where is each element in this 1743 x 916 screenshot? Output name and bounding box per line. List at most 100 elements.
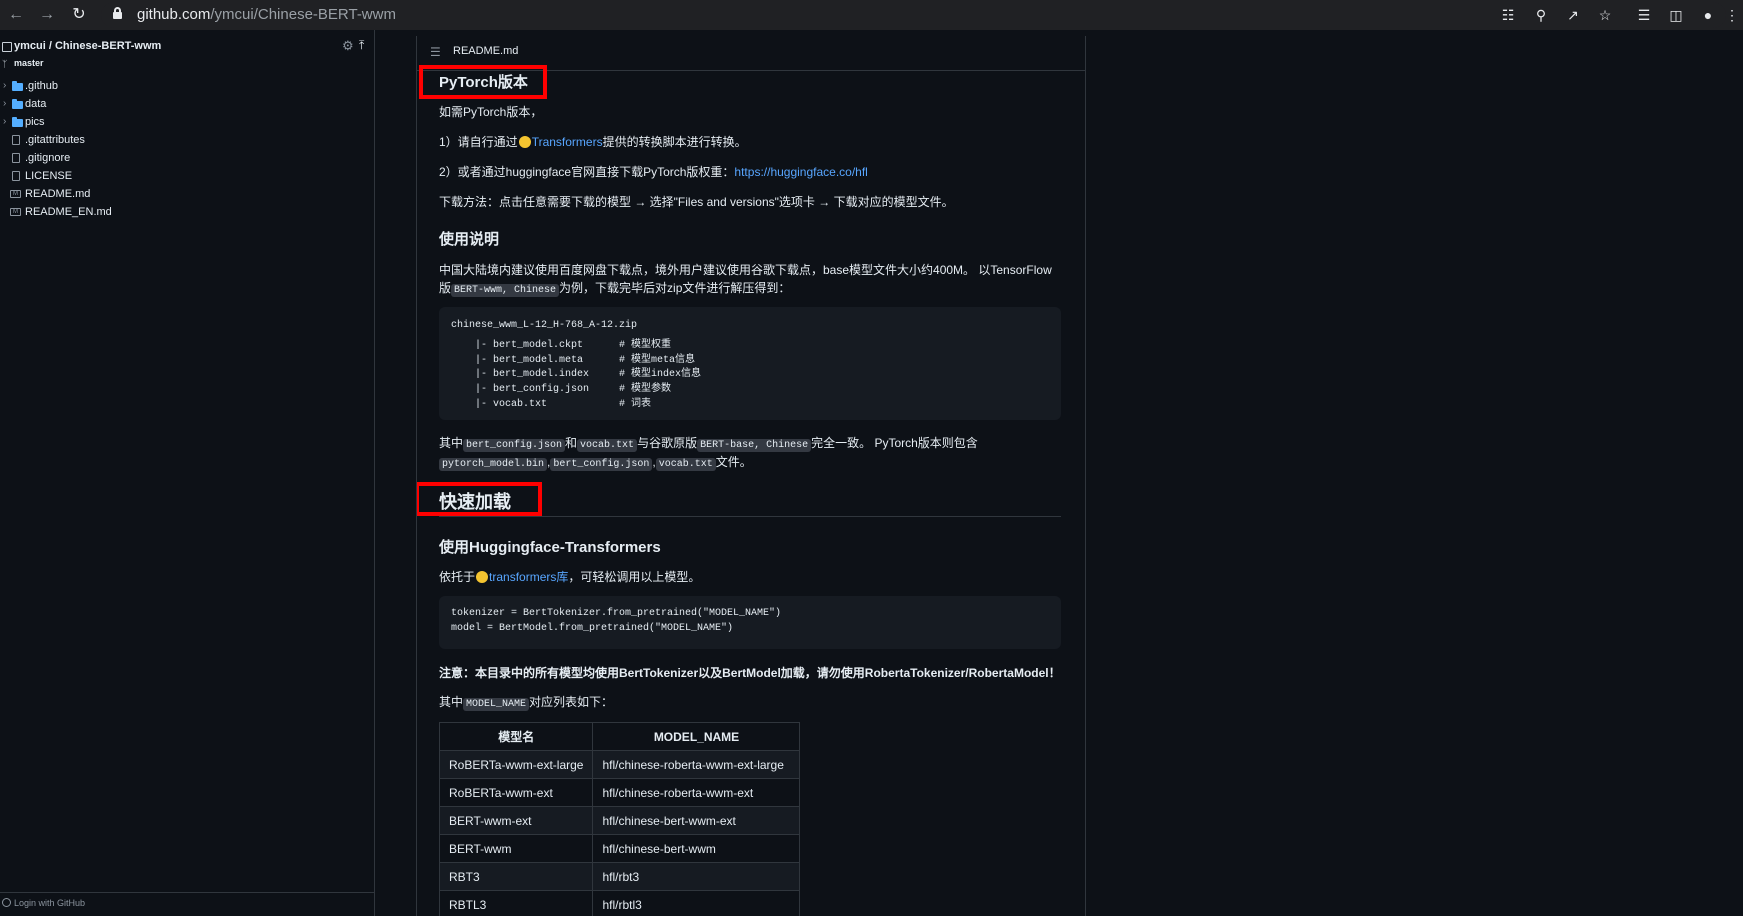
inline-code: MODEL_NAME	[463, 698, 530, 711]
folder-icon	[12, 99, 23, 109]
browser-toolbar: ← → ↻ github.com/ymcui/Chinese-BERT-wwm …	[0, 0, 1743, 30]
paragraph: pytorch_model.bin, bert_config.json, vocab…	[439, 453, 752, 471]
code-line: |- bert_config.json # 模型参数	[451, 384, 672, 395]
paragraph: 其中 MODEL_NAME 对应列表如下：	[439, 693, 614, 711]
tree-item-github[interactable]: › .github	[0, 78, 375, 96]
heading-pytorch: PyTorch版本	[439, 74, 528, 91]
folder-icon	[12, 81, 23, 91]
table-row: RBTL3 hfl/rbtl3	[438, 890, 801, 916]
tree-item-readme[interactable]: M README.md	[0, 186, 375, 204]
table-row: BERT-wwm-ext hfl/chinese-bert-wwm-ext	[438, 806, 801, 835]
inline-code: bert_config.json	[550, 458, 653, 471]
table-cell: RoBERTa-wwm-ext	[438, 778, 594, 807]
reload-icon[interactable]: ↻	[67, 4, 91, 26]
markdown-icon: M	[10, 190, 21, 198]
pin-icon[interactable]: ⤒	[359, 38, 364, 53]
tree-item-gitignore[interactable]: .gitignore	[0, 150, 375, 168]
inline-code: bert_config.json	[463, 439, 566, 452]
readme-title: README.md	[453, 45, 519, 57]
table-cell: hfl/rbtl3	[592, 890, 801, 916]
file-icon	[12, 153, 20, 163]
code-line: tokenizer = BertTokenizer.from_pretraine…	[451, 608, 782, 619]
table-row: BERT-wwm hfl/chinese-bert-wwm	[438, 834, 801, 863]
code-line: model = BertModel.from_pretrained("MODEL…	[451, 623, 734, 634]
table-row: RBT3 hfl/rbt3	[438, 862, 801, 891]
table-cell: RBTL3	[438, 890, 594, 916]
table-cell: hfl/chinese-roberta-wwm-ext	[592, 778, 801, 807]
code-block[interactable]: chinese_wwm_L-12_H-768_A-12.zip |- bert_…	[439, 307, 1061, 420]
code-block[interactable]: tokenizer = BertTokenizer.from_pretraine…	[439, 596, 1061, 649]
login-link[interactable]: Login with GitHub	[14, 898, 85, 908]
hugging-face-emoji-icon	[518, 136, 531, 148]
text: 为例，下载完毕后对zip文件进行解压得到：	[559, 281, 791, 295]
text: 文件。	[715, 455, 752, 469]
file-tree-sidebar: ymcui / Chinese-BERT-wwm ᛉ master ⚙ ⤒ ›.…	[0, 30, 375, 916]
extensions-icon[interactable]: ☰	[1633, 4, 1655, 26]
code-line: |- bert_model.index # 模型index信息	[451, 369, 702, 380]
tree-item-gitattributes[interactable]: .gitattributes	[0, 132, 375, 150]
forward-arrow-icon[interactable]: →	[35, 4, 59, 26]
table-cell: hfl/chinese-bert-wwm-ext	[592, 806, 801, 835]
tree-item-label: pics	[25, 116, 45, 128]
table-header: MODEL_NAME	[592, 722, 801, 751]
tree-item-pics[interactable]: › pics	[0, 114, 375, 132]
inline-code: vocab.txt	[655, 458, 716, 471]
branch-icon: ᛉ	[2, 59, 8, 69]
chevron-right-icon[interactable]: ›	[3, 80, 6, 91]
code-line: chinese_wwm_L-12_H-768_A-12.zip	[451, 320, 638, 331]
lock-icon	[113, 7, 122, 19]
transformers-library-link[interactable]: transformers库	[489, 570, 568, 584]
text: 1）请自行通过	[439, 135, 518, 149]
url-path: /ymcui/Chinese-BERT-wwm	[210, 6, 396, 23]
chevron-right-icon[interactable]: ›	[3, 98, 6, 109]
chevron-right-icon[interactable]: ›	[3, 116, 6, 127]
table-header: 模型名	[438, 722, 594, 751]
paragraph: 下载方法：点击任意需要下载的模型 → 选择"Files and versions…	[439, 195, 954, 209]
share-icon[interactable]: ↗	[1562, 4, 1584, 26]
zoom-icon[interactable]: ⚲	[1530, 4, 1552, 26]
paragraph: 1）请自行通过 Transformers提供的转换脚本进行转换。	[439, 133, 747, 150]
table-row: RoBERTa-wwm-ext-large hfl/chinese-robert…	[438, 750, 801, 779]
tree-item-label: LICENSE	[25, 170, 73, 182]
table-cell: hfl/rbt3	[592, 862, 801, 891]
repo-icon	[2, 42, 12, 52]
back-arrow-icon[interactable]: ←	[4, 4, 28, 26]
file-icon	[12, 171, 20, 181]
note-paragraph: 注意：本目录中的所有模型均使用BertTokenizer以及BertModel加…	[439, 666, 1061, 680]
heading-usage: 使用说明	[439, 231, 500, 248]
inline-code: vocab.txt	[577, 439, 638, 452]
text: 与谷歌原版	[637, 436, 698, 450]
inline-code: BERT-wwm, Chinese	[451, 284, 560, 297]
gear-icon[interactable]: ⚙	[342, 38, 354, 54]
branch-name[interactable]: master	[14, 58, 44, 68]
readme-panel: ☰ README.md PyTorch版本 如需PyTorch版本， 1）请自行…	[416, 36, 1086, 916]
inline-code: pytorch_model.bin	[439, 458, 548, 471]
url-text[interactable]: github.com/ymcui/Chinese-BERT-wwm	[137, 6, 396, 23]
tree-item-data[interactable]: › data	[0, 96, 375, 114]
table-header-row: 模型名 MODEL_NAME	[438, 722, 801, 751]
bookmark-star-icon[interactable]: ☆	[1594, 4, 1616, 26]
repo-name[interactable]: ymcui / Chinese-BERT-wwm	[14, 40, 161, 52]
text: 对应列表如下：	[529, 695, 614, 709]
tree-item-readme-en[interactable]: M README_EN.md	[0, 204, 375, 222]
table-cell: BERT-wwm-ext	[438, 806, 594, 835]
text: ，可轻松调用以上模型。	[568, 570, 701, 584]
huggingface-link[interactable]: https://huggingface.co/hfl	[734, 165, 867, 179]
repo-header: ymcui / Chinese-BERT-wwm ᛉ master ⚙ ⤒	[0, 36, 375, 72]
list-icon[interactable]: ☰	[430, 45, 441, 59]
address-bar[interactable]: github.com/ymcui/Chinese-BERT-wwm	[101, 2, 1726, 28]
transformers-link[interactable]: Transformers	[532, 135, 603, 149]
login-footer[interactable]: Login with GitHub	[0, 892, 375, 916]
text: 其中	[439, 436, 464, 450]
model-table: 模型名 MODEL_NAME RoBERTa-wwm-ext-large hfl…	[438, 722, 801, 916]
paragraph: 如需PyTorch版本，	[439, 105, 543, 119]
translate-icon[interactable]: ☷	[1497, 4, 1519, 26]
folder-icon	[12, 117, 23, 127]
text: 其中	[439, 695, 464, 709]
profile-icon[interactable]: ●	[1697, 4, 1719, 26]
tree-item-license[interactable]: LICENSE	[0, 168, 375, 186]
table-cell: BERT-wwm	[438, 834, 594, 863]
side-panel-icon[interactable]: ◫	[1665, 4, 1687, 26]
menu-icon[interactable]: ⋮	[1721, 4, 1743, 26]
text: 和	[565, 436, 578, 450]
